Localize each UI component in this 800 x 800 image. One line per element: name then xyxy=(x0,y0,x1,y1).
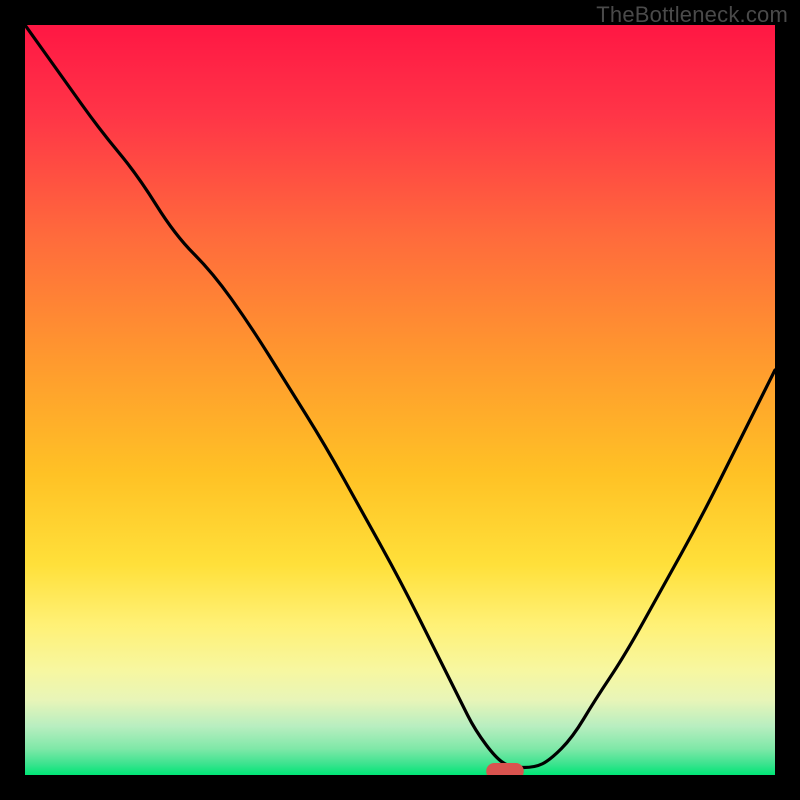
plot-area xyxy=(25,25,775,775)
chart-svg xyxy=(25,25,775,775)
chart-container: TheBottleneck.com xyxy=(0,0,800,800)
optimal-marker xyxy=(486,763,524,775)
gradient-background xyxy=(25,25,775,775)
watermark-text: TheBottleneck.com xyxy=(596,2,788,28)
